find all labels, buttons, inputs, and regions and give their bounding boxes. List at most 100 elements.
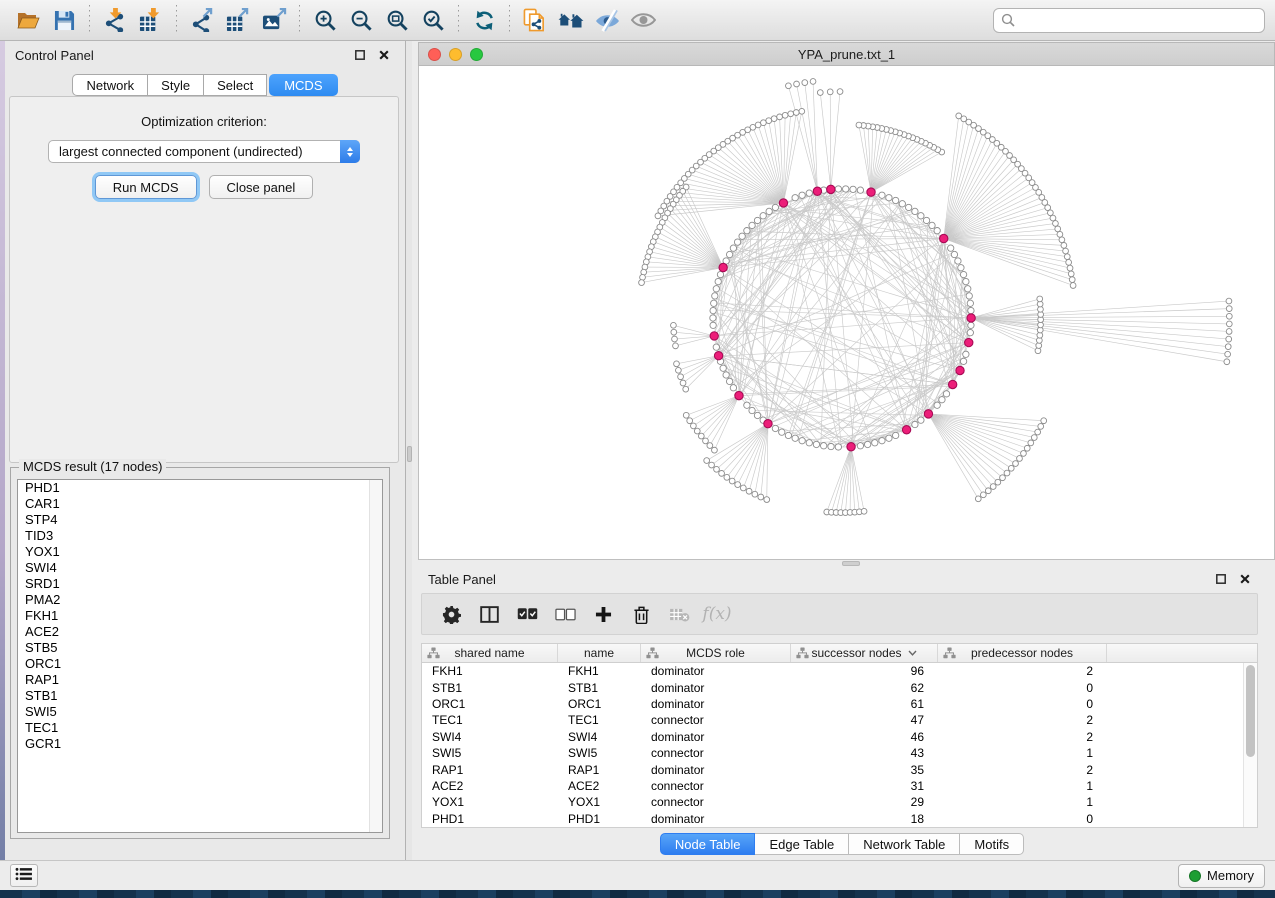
zoom-selected-button[interactable] <box>415 3 451 37</box>
run-mcds-button[interactable]: Run MCDS <box>95 175 197 199</box>
table-row[interactable]: YOX1YOX1connector291 <box>422 794 1257 810</box>
column-header-successor-nodes[interactable]: successor nodes <box>791 644 938 662</box>
float-icon <box>355 48 365 63</box>
table-cell: 0 <box>938 681 1107 695</box>
first-neighbors-icon <box>558 9 584 31</box>
mcds-result-item[interactable]: ACE2 <box>18 624 382 640</box>
deselect-all-button[interactable] <box>546 596 584 632</box>
table-cell: RAP1 <box>558 763 641 777</box>
table-cell: 2 <box>938 664 1107 678</box>
mcds-result-item[interactable]: PHD1 <box>18 480 382 496</box>
select-all-button[interactable] <box>508 596 546 632</box>
panel-menu-button[interactable] <box>10 864 38 887</box>
tab-motifs[interactable]: Motifs <box>960 833 1024 855</box>
table-cell: YOX1 <box>422 795 558 809</box>
search-input[interactable] <box>993 8 1265 33</box>
mcds-result-item[interactable]: ORC1 <box>18 656 382 672</box>
network-ring-nodes[interactable] <box>710 186 974 450</box>
splitter-grip[interactable] <box>407 446 412 462</box>
column-header-shared-name[interactable]: shared name <box>422 644 558 662</box>
table-cell: TEC1 <box>558 713 641 727</box>
export-table-button[interactable] <box>220 3 256 37</box>
tab-edge-table[interactable]: Edge Table <box>755 833 849 855</box>
split-panel-button[interactable] <box>470 596 508 632</box>
table-cell: 2 <box>938 763 1107 777</box>
mcds-result-item[interactable]: CAR1 <box>18 496 382 512</box>
table-scrollbar-thumb[interactable] <box>1246 665 1255 757</box>
import-table-button[interactable] <box>133 3 169 37</box>
zoom-fit-button[interactable] <box>379 3 415 37</box>
tab-network-table[interactable]: Network Table <box>849 833 960 855</box>
zoom-out-icon <box>350 9 373 32</box>
mcds-list-scrollbar[interactable] <box>369 480 382 832</box>
toolbar-separator <box>176 5 177 35</box>
save-session-button[interactable] <box>46 3 82 37</box>
network-canvas[interactable] <box>418 66 1275 560</box>
column-header-label: predecessor nodes <box>971 646 1073 660</box>
mcds-result-item[interactable]: SRD1 <box>18 576 382 592</box>
add-column-button[interactable] <box>584 596 622 632</box>
table-row[interactable]: TEC1TEC1connector472 <box>422 712 1257 728</box>
table-row[interactable]: ACE2ACE2connector311 <box>422 778 1257 794</box>
import-network-button[interactable] <box>97 3 133 37</box>
table-cell: FKH1 <box>422 664 558 678</box>
table-row[interactable]: STB1STB1dominator620 <box>422 679 1257 695</box>
mcds-result-item[interactable]: SWI5 <box>18 704 382 720</box>
tab-node-table[interactable]: Node Table <box>660 833 756 855</box>
mcds-result-item[interactable]: RAP1 <box>18 672 382 688</box>
close-table-panel-button[interactable] <box>1238 570 1252 589</box>
mcds-result-item[interactable]: YOX1 <box>18 544 382 560</box>
zoom-in-button[interactable] <box>307 3 343 37</box>
mcds-result-item[interactable]: STP4 <box>18 512 382 528</box>
export-image-button[interactable] <box>256 3 292 37</box>
zoom-out-button[interactable] <box>343 3 379 37</box>
table-cell: connector <box>641 713 791 727</box>
open-file-button[interactable] <box>10 3 46 37</box>
table-cell: 29 <box>791 795 938 809</box>
zoom-selected-icon <box>422 9 445 32</box>
toolbar-separator <box>509 5 510 35</box>
open-file-icon <box>17 10 40 31</box>
column-header-label: MCDS role <box>686 646 745 660</box>
column-header-mcds-role[interactable]: MCDS role <box>641 644 791 662</box>
table-row[interactable]: ORC1ORC1dominator610 <box>422 696 1257 712</box>
mcds-result-item[interactable]: TEC1 <box>18 720 382 736</box>
table-row[interactable]: RAP1RAP1dominator352 <box>422 761 1257 777</box>
mcds-result-item[interactable]: FKH1 <box>18 608 382 624</box>
first-neighbors-button[interactable] <box>553 3 589 37</box>
mcds-result-item[interactable]: SWI4 <box>18 560 382 576</box>
settings-gear-button[interactable] <box>432 596 470 632</box>
table-row[interactable]: SWI4SWI4dominator462 <box>422 729 1257 745</box>
close-panel-button-mcds[interactable]: Close panel <box>209 175 314 199</box>
delete-column-button[interactable] <box>622 596 660 632</box>
refresh-button[interactable] <box>466 3 502 37</box>
mcds-result-item[interactable]: TID3 <box>18 528 382 544</box>
float-panel-button[interactable] <box>353 46 367 65</box>
column-header-label: successor nodes <box>811 646 901 660</box>
mcds-result-item[interactable]: PMA2 <box>18 592 382 608</box>
float-table-panel-button[interactable] <box>1214 570 1228 589</box>
mcds-result-item[interactable]: STB1 <box>18 688 382 704</box>
table-row[interactable]: FKH1FKH1dominator962 <box>422 663 1257 679</box>
show-all-button[interactable] <box>625 3 661 37</box>
column-header-name[interactable]: name <box>558 644 641 662</box>
table-scrollbar[interactable] <box>1243 663 1257 827</box>
table-row[interactable]: SWI5SWI5connector431 <box>422 745 1257 761</box>
table-row[interactable]: PHD1PHD1dominator180 <box>422 811 1257 827</box>
optimization-criterion-select[interactable]: largest connected component (undirected) <box>48 140 360 163</box>
table-panel-tabs: Node TableEdge TableNetwork TableMotifs <box>418 833 1266 855</box>
column-header-predecessor-nodes[interactable]: predecessor nodes <box>938 644 1107 662</box>
network-leaf-nodes[interactable] <box>639 79 1233 516</box>
mcds-result-item[interactable]: STB5 <box>18 640 382 656</box>
mcds-result-list: PHD1CAR1STP4TID3YOX1SWI4SRD1PMA2FKH1ACE2… <box>17 479 383 833</box>
memory-button[interactable]: Memory <box>1178 864 1265 888</box>
export-network-button[interactable] <box>184 3 220 37</box>
tab-style[interactable]: Style <box>148 74 204 96</box>
tab-network[interactable]: Network <box>72 74 148 96</box>
duplicate-network-button[interactable] <box>517 3 553 37</box>
mcds-result-item[interactable]: GCR1 <box>18 736 382 752</box>
close-panel-button[interactable] <box>377 46 391 65</box>
hide-selected-button[interactable] <box>589 3 625 37</box>
tab-select[interactable]: Select <box>204 74 267 96</box>
tab-mcds[interactable]: MCDS <box>269 74 337 96</box>
